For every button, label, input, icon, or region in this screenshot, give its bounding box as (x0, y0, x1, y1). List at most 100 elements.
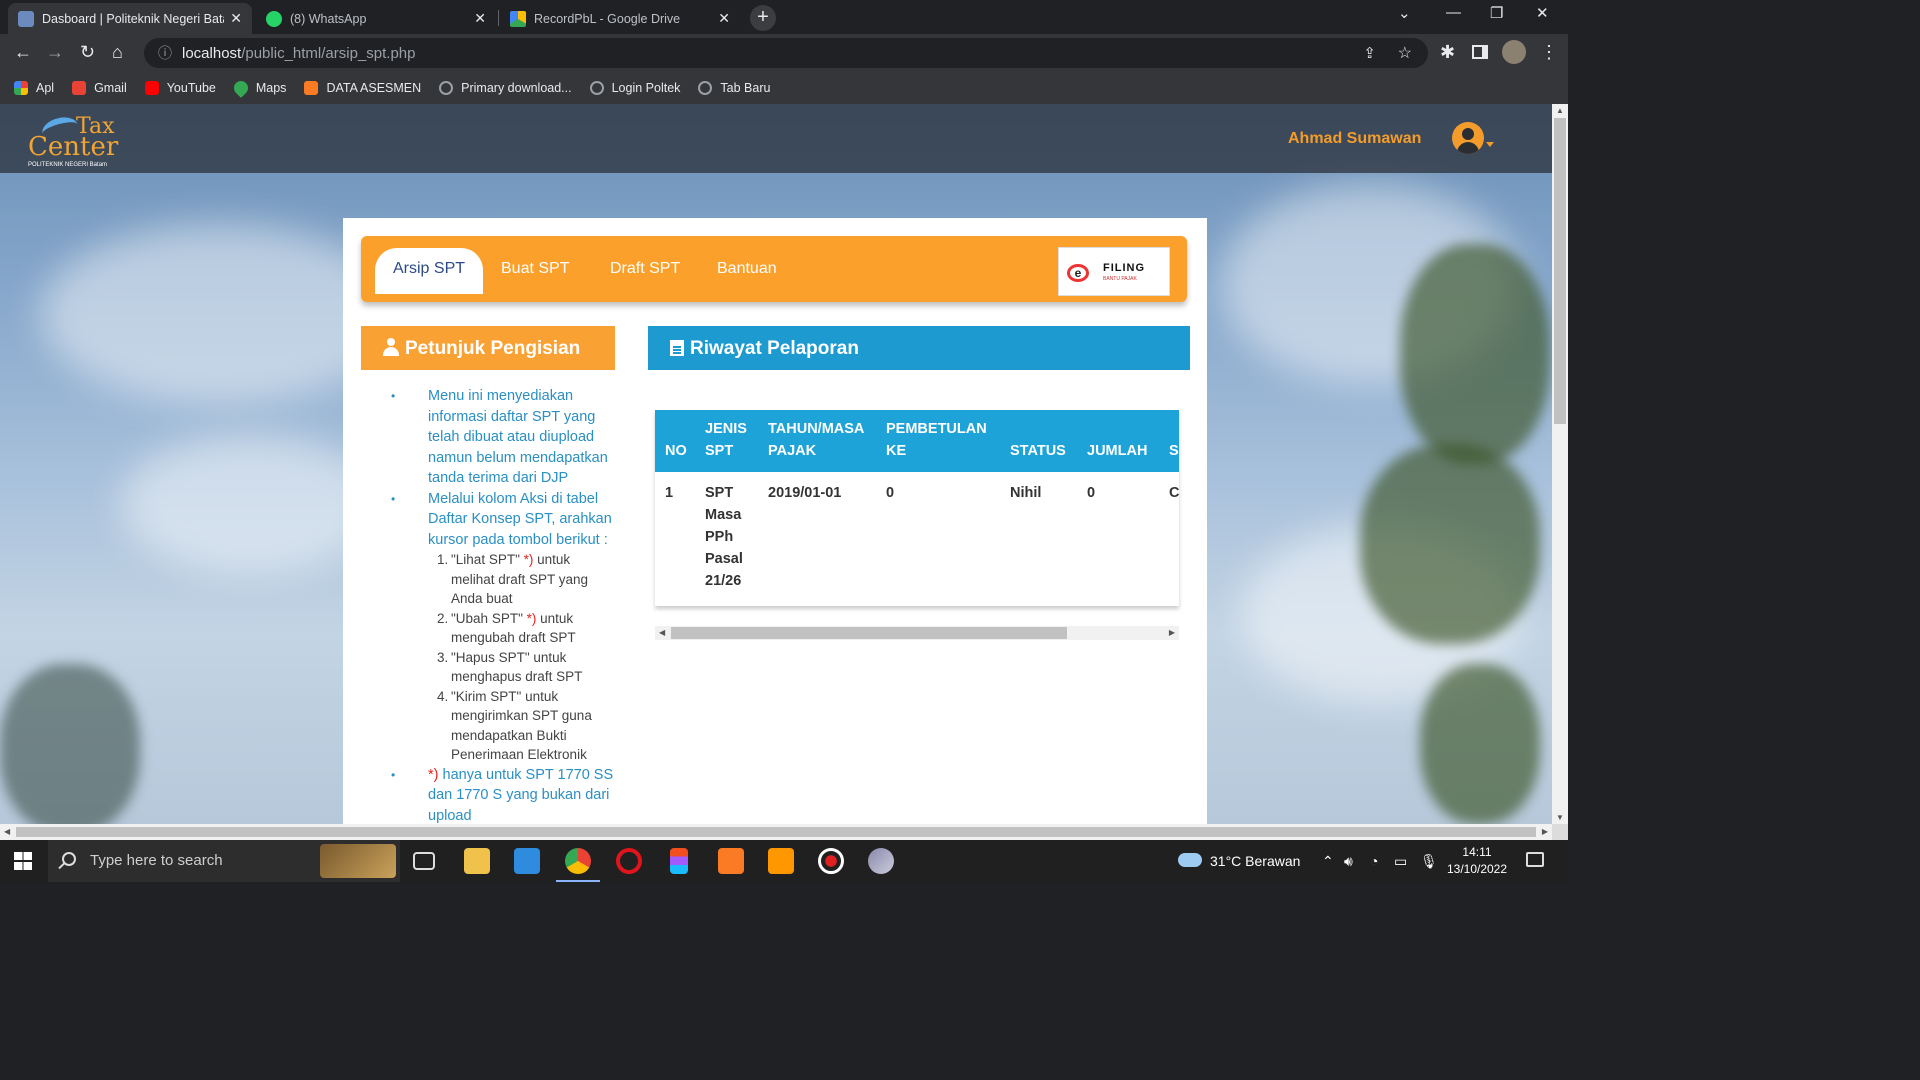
bookmark-star-icon[interactable]: ☆ (1398, 43, 1412, 63)
guide-body: Menu ini menyediakan informasi daftar SP… (361, 386, 615, 826)
google-drive-icon (510, 10, 526, 27)
task-view-icon[interactable] (413, 852, 435, 870)
user-name: Ahmad Sumawan (1288, 130, 1422, 147)
xampp-icon[interactable] (718, 848, 744, 874)
col-tahun-masa: TAHUN/MASA PAJAK (768, 421, 864, 459)
bookmark-gmail[interactable]: Gmail (72, 81, 127, 95)
bookmark-primary-download[interactable]: Primary download... (439, 81, 572, 95)
guide-step: 2. "Ubah SPT" *) untuk mengubah draft SPT (437, 610, 576, 646)
page-horizontal-scrollbar[interactable]: ◀ ▶ (0, 824, 1552, 840)
tab-strip: Dasboard | Politeknik Negeri Batam ✕ (8)… (0, 0, 1568, 34)
weather-text[interactable]: 31°C Berawan (1210, 840, 1300, 882)
background-tree (1360, 444, 1540, 644)
back-arrow-icon[interactable]: ← (14, 42, 32, 62)
active-app-indicator (556, 880, 600, 882)
new-tab-button[interactable]: + (750, 5, 776, 31)
col-status: STATUS (1010, 443, 1066, 459)
tab-dashboard[interactable]: Dasboard | Politeknik Negeri Batam ✕ (8, 3, 252, 34)
share-icon[interactable]: ⇪ (1363, 44, 1376, 62)
figma-icon[interactable] (670, 848, 688, 874)
mail-icon[interactable] (514, 848, 540, 874)
guide-step: 4. "Kirim SPT" untuk mengirimkan SPT guna… (437, 688, 592, 763)
paint-icon[interactable] (868, 848, 894, 874)
scroll-left-icon[interactable]: ◀ (4, 827, 10, 836)
chrome-icon[interactable] (565, 848, 591, 874)
scrollbar-thumb[interactable] (671, 627, 1067, 639)
close-tab-icon[interactable]: ✕ (718, 10, 730, 27)
history-table: NO JENIS SPT TAHUN/MASA PAJAK PEMBETULAN… (655, 410, 1179, 606)
tab-arsip-spt[interactable]: Arsip SPT (375, 248, 483, 294)
xampp-icon (304, 81, 319, 95)
url-text: localhost/public_html/arsip_spt.php (182, 44, 416, 62)
guide-item: *) hanya untuk SPT 1770 SS dan 1770 S ya… (361, 765, 615, 827)
scrollbar-thumb[interactable] (16, 827, 1536, 837)
weather-cloud-icon[interactable] (1178, 853, 1202, 867)
table-horizontal-scrollbar[interactable]: ◀ ▶ (655, 626, 1179, 640)
gmail-icon (72, 81, 87, 95)
bookmark-maps[interactable]: Maps (230, 78, 286, 98)
globe-icon (589, 81, 604, 95)
bookmarks-bar: Apl Gmail YouTube Maps DATA ASESMEN Prim… (0, 72, 1568, 104)
battery-icon[interactable]: ▭ (1394, 840, 1407, 882)
background-tree (1420, 664, 1540, 824)
screen-recorder-icon[interactable] (818, 848, 844, 874)
notifications-icon[interactable] (1526, 852, 1544, 867)
bookmark-youtube[interactable]: YouTube (144, 81, 216, 95)
forward-arrow-icon[interactable]: → (46, 42, 64, 62)
windows-taskbar: Type here to search 31°C Berawan ⌃ 🔊︎ ◔ … (0, 840, 1568, 882)
bookmark-login-poltek[interactable]: Login Poltek (589, 81, 680, 95)
tab-bantuan[interactable]: Bantuan (699, 248, 795, 294)
sublime-text-icon[interactable] (768, 848, 794, 874)
side-panel-icon[interactable] (1472, 45, 1488, 59)
restore-button[interactable]: ❐ (1490, 4, 1503, 22)
close-window-button[interactable]: ✕ (1536, 4, 1549, 22)
user-menu-caret-icon[interactable] (1486, 142, 1494, 147)
reload-icon[interactable]: ↻ (80, 42, 95, 62)
page-vertical-scrollbar[interactable]: ▲ ▼ (1552, 104, 1568, 824)
bookmark-data-asesmen[interactable]: DATA ASESMEN (304, 81, 421, 95)
spt-navbar: Arsip SPT Buat SPT Draft SPT Bantuan e F… (361, 236, 1187, 302)
file-explorer-icon[interactable] (464, 848, 490, 874)
tab-whatsapp[interactable]: (8) WhatsApp ✕ (256, 3, 496, 34)
scroll-down-icon[interactable]: ▼ (1556, 813, 1564, 822)
user-avatar-icon[interactable] (1452, 122, 1484, 154)
home-icon[interactable]: ⌂ (112, 42, 123, 62)
col-no: NO (665, 443, 687, 459)
background-cloud (120, 434, 380, 574)
taskbar-clock[interactable]: 14:11 13/10/2022 (1444, 844, 1510, 878)
menu-dots-icon[interactable]: ⋮ (1540, 42, 1558, 62)
guide-step: 3. "Hapus SPT" untuk menghapus draft SPT (437, 649, 583, 685)
address-bar[interactable]: ⓘ localhost/public_html/arsip_spt.php ⇪ … (144, 38, 1428, 68)
tab-search-chevron-icon[interactable]: ⌄ (1398, 4, 1411, 22)
scroll-right-icon[interactable]: ▶ (1542, 827, 1548, 836)
scroll-right-icon[interactable]: ▶ (1169, 628, 1175, 637)
bookmark-tab-baru[interactable]: Tab Baru (698, 81, 770, 95)
tab-buat-spt[interactable]: Buat SPT (483, 248, 587, 294)
search-icon (62, 852, 76, 866)
history-header: Riwayat Pelaporan (648, 326, 1190, 370)
volume-icon[interactable]: 🔊︎ (1344, 840, 1353, 882)
tab-google-drive[interactable]: RecordPbL - Google Drive ✕ (500, 3, 740, 34)
bookmark-apl[interactable]: Apl (14, 81, 54, 95)
opera-icon[interactable] (616, 848, 642, 874)
taskbar-search-box[interactable]: Type here to search (48, 840, 400, 882)
close-tab-icon[interactable]: ✕ (230, 10, 242, 27)
tab-draft-spt[interactable]: Draft SPT (592, 248, 698, 294)
scrollbar-thumb[interactable] (1554, 118, 1566, 424)
col-s: S (1169, 443, 1179, 459)
profile-avatar[interactable] (1502, 40, 1526, 64)
scroll-up-icon[interactable]: ▲ (1556, 106, 1564, 115)
table-row[interactable]: 1 SPT Masa PPh Pasal 21/26 2019/01-01 0 … (655, 472, 1179, 602)
close-tab-icon[interactable]: ✕ (474, 10, 486, 27)
site-info-icon[interactable]: ⓘ (158, 43, 172, 63)
minimize-button[interactable]: — (1446, 4, 1461, 21)
wifi-icon[interactable]: ◔ (1370, 840, 1378, 882)
windows-start-icon[interactable] (14, 852, 32, 870)
tax-center-logo[interactable]: Tax Center POLITEKNIK NEGERI Batam (26, 112, 136, 168)
background-tree (0, 664, 140, 834)
scroll-left-icon[interactable]: ◀ (659, 628, 665, 637)
tray-chevron-icon[interactable]: ⌃ (1322, 840, 1334, 882)
youtube-icon (144, 81, 159, 95)
extensions-icon[interactable]: ✱ (1440, 42, 1455, 62)
microphone-icon[interactable]: 🎙︎ (1420, 840, 1438, 882)
